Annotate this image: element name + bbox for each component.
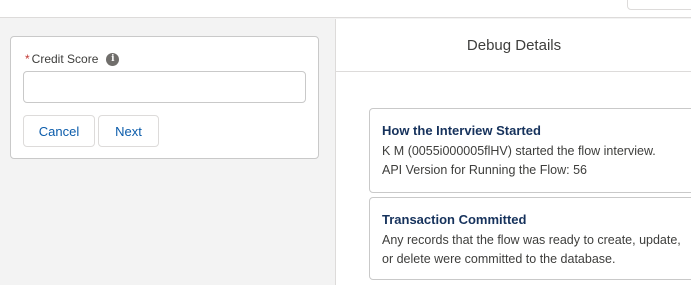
debug-card-line: K M (0055i000005flHV) started the flow i… bbox=[382, 144, 656, 158]
debug-card-title: Transaction Committed bbox=[382, 212, 527, 227]
info-icon[interactable]: i bbox=[106, 52, 120, 66]
credit-score-label-text: Credit Score bbox=[31, 52, 99, 66]
top-bar-button[interactable] bbox=[627, 0, 691, 10]
top-bar bbox=[0, 0, 691, 18]
debug-panel: Debug Details How the Interview Started … bbox=[335, 19, 691, 285]
credit-score-label: * Credit Score i bbox=[25, 52, 120, 66]
debug-card-line: API Version for Running the Flow: 56 bbox=[382, 163, 587, 177]
next-button[interactable]: Next bbox=[98, 115, 159, 147]
debug-card-line: Any records that the flow was ready to c… bbox=[382, 233, 681, 247]
debug-details-title: Debug Details bbox=[336, 19, 691, 72]
debug-card-line: or delete were committed to the database… bbox=[382, 252, 616, 266]
credit-score-input[interactable] bbox=[23, 71, 306, 103]
debug-card-title: How the Interview Started bbox=[382, 123, 541, 138]
debug-card-transaction-committed: Transaction Committed Any records that t… bbox=[369, 197, 691, 280]
debug-card-interview-started: How the Interview Started K M (0055i0000… bbox=[369, 108, 691, 193]
required-marker: * bbox=[25, 52, 30, 66]
cancel-button[interactable]: Cancel bbox=[23, 115, 95, 147]
flow-preview-pane: * Credit Score i Cancel Next bbox=[0, 19, 335, 285]
flow-screen-card: * Credit Score i Cancel Next bbox=[10, 36, 319, 159]
